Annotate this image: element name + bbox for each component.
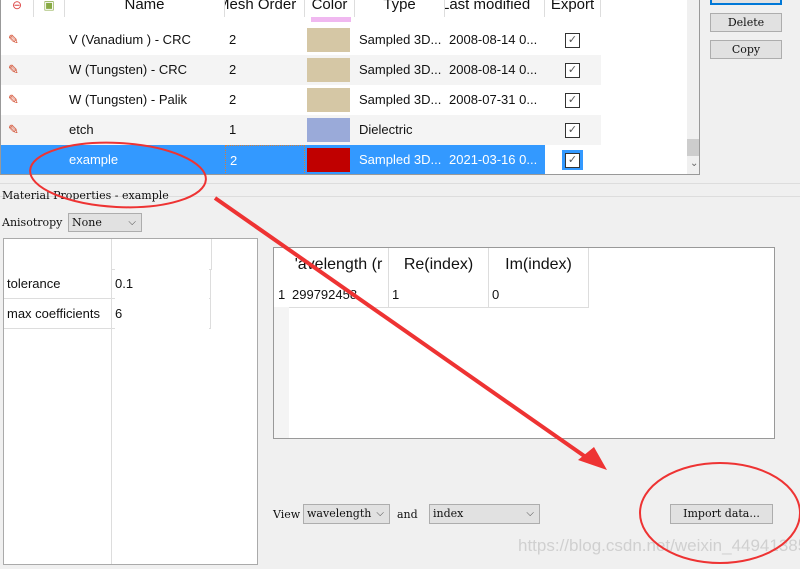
annotation-arrow: [213, 196, 592, 462]
annotation-circle-import: [639, 462, 800, 564]
annotation-overlay: [29, 141, 800, 564]
annotation-arrowhead: [578, 447, 607, 470]
annotation-circle-example: [29, 141, 207, 209]
